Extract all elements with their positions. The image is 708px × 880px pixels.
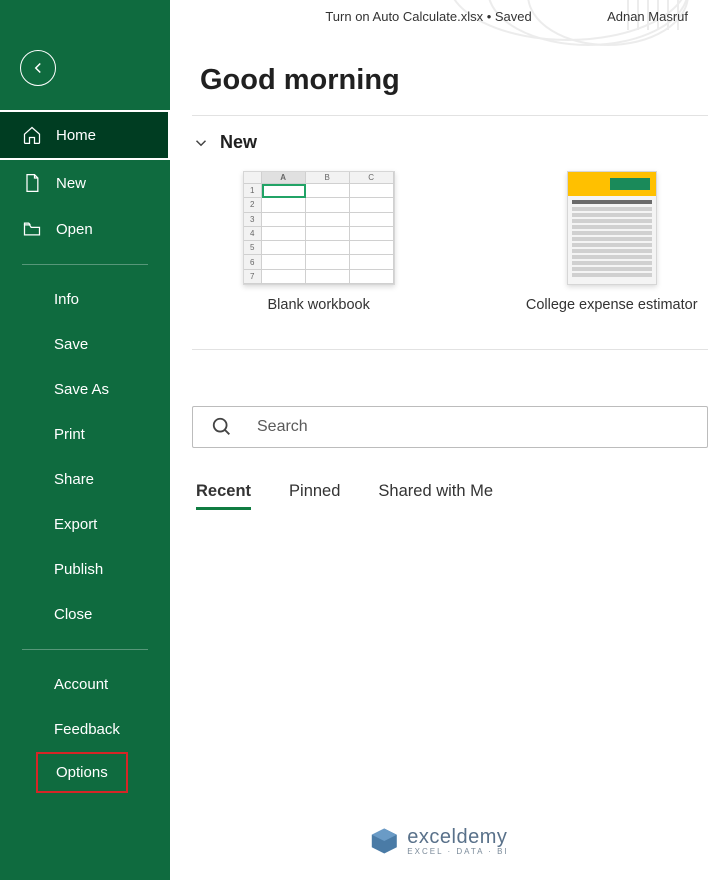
tab-recent[interactable]: Recent — [196, 482, 251, 510]
back-arrow-icon — [29, 59, 47, 77]
sidebar-export[interactable]: Export — [0, 502, 170, 547]
sidebar-new[interactable]: New — [0, 160, 170, 206]
template-blank-label: Blank workbook — [268, 297, 370, 313]
new-section-label: New — [220, 132, 257, 153]
backstage-sidebar: Home New Open Info Save Save As Print Sh… — [0, 0, 170, 880]
sidebar-open[interactable]: Open — [0, 206, 170, 252]
sidebar-new-label: New — [56, 175, 86, 192]
brand-name: exceldemy — [407, 826, 508, 849]
user-name: Adnan Masruf — [607, 9, 688, 24]
brand-watermark: exceldemy EXCEL · DATA · BI — [369, 826, 508, 856]
new-doc-icon — [22, 173, 42, 193]
document-title: Turn on Auto Calculate.xlsx • Saved — [190, 9, 607, 24]
greeting-heading: Good morning — [200, 64, 708, 97]
brand-logo-icon — [369, 826, 399, 856]
sidebar-publish[interactable]: Publish — [0, 547, 170, 592]
tab-shared[interactable]: Shared with Me — [378, 482, 493, 510]
sidebar-home[interactable]: Home — [0, 110, 170, 160]
file-tabs: Recent Pinned Shared with Me — [196, 482, 708, 510]
sidebar-separator-1 — [22, 264, 148, 265]
tab-pinned[interactable]: Pinned — [289, 482, 340, 510]
template-blank-workbook[interactable]: ABC 1 2 3 4 5 6 7 Blank workbook — [232, 171, 405, 313]
sidebar-feedback[interactable]: Feedback — [0, 707, 170, 752]
blank-workbook-thumb: ABC 1 2 3 4 5 6 7 — [243, 171, 395, 285]
search-icon — [211, 416, 233, 438]
home-icon — [22, 125, 42, 145]
sidebar-options[interactable]: Options — [36, 752, 128, 793]
titlebar: Turn on Auto Calculate.xlsx • Saved Adna… — [170, 0, 708, 32]
sidebar-separator-2 — [22, 649, 148, 650]
sidebar-home-label: Home — [56, 127, 96, 144]
sidebar-open-label: Open — [56, 221, 93, 238]
templates-row: ABC 1 2 3 4 5 6 7 Blank workbook — [232, 171, 708, 313]
brand-tagline: EXCEL · DATA · BI — [407, 847, 508, 856]
sidebar-info[interactable]: Info — [0, 277, 170, 322]
template-college-label: College expense estimator — [526, 297, 698, 313]
search-input[interactable] — [257, 418, 689, 436]
sidebar-print[interactable]: Print — [0, 412, 170, 457]
sidebar-account[interactable]: Account — [0, 662, 170, 707]
template-college-expense[interactable]: College expense estimator — [515, 171, 708, 313]
divider-1 — [192, 115, 708, 116]
search-box[interactable] — [192, 406, 708, 448]
sidebar-close[interactable]: Close — [0, 592, 170, 637]
back-button[interactable] — [20, 50, 56, 86]
divider-2 — [192, 349, 708, 350]
college-expense-thumb — [567, 171, 657, 285]
sidebar-save[interactable]: Save — [0, 322, 170, 367]
open-folder-icon — [22, 219, 42, 239]
chevron-down-icon — [192, 134, 210, 152]
sidebar-share[interactable]: Share — [0, 457, 170, 502]
sidebar-save-as[interactable]: Save As — [0, 367, 170, 412]
new-section-header[interactable]: New — [192, 132, 708, 153]
backstage-main: Turn on Auto Calculate.xlsx • Saved Adna… — [170, 0, 708, 880]
